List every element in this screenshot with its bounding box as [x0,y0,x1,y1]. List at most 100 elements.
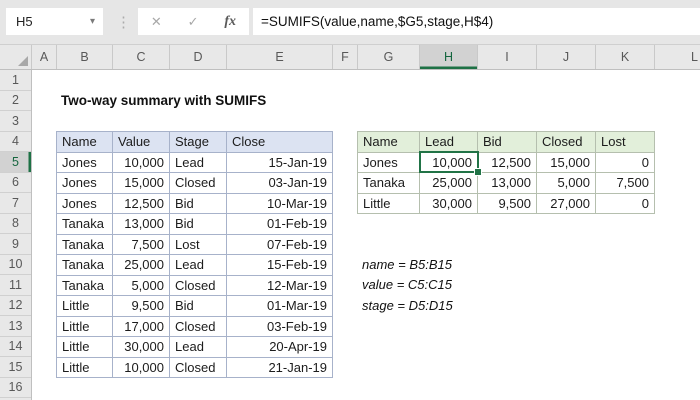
cell-bid[interactable]: 9,500 [478,193,537,214]
cell-close-date[interactable]: 03-Feb-19 [227,316,333,337]
cell-close-date[interactable]: 03-Jan-19 [227,173,333,194]
cell-lead[interactable]: 30,000 [420,193,478,214]
cell-closed[interactable]: 15,000 [537,152,596,173]
column-header[interactable]: E [227,45,333,69]
cell-name[interactable]: Tanaka [57,234,113,255]
cell-value[interactable]: 25,000 [113,255,170,276]
cell-name[interactable]: Little [358,193,420,214]
cell-stage[interactable]: Closed [170,173,227,194]
cell-value[interactable]: 5,000 [113,275,170,296]
cell-stage[interactable]: Lead [170,152,227,173]
column-header[interactable]: H [420,45,478,69]
cancel-icon[interactable]: ✕ [151,14,162,30]
summary-table-header-cell[interactable]: Closed [537,132,596,153]
summary-table-header-cell[interactable]: Name [358,132,420,153]
row-header[interactable]: 10 [0,255,31,275]
cell-value[interactable]: 10,000 [113,357,170,378]
cell-close-date[interactable]: 01-Feb-19 [227,214,333,235]
cell-value[interactable]: 17,000 [113,316,170,337]
cell-lead[interactable]: 25,000 [420,173,478,194]
column-header[interactable]: K [596,45,655,69]
cell-name[interactable]: Jones [358,152,420,173]
summary-table-header-cell[interactable]: Lead [420,132,478,153]
cell-name[interactable]: Little [57,357,113,378]
cell-stage[interactable]: Lost [170,234,227,255]
source-table-header-cell[interactable]: Value [113,132,170,153]
column-header[interactable]: A [32,45,57,69]
column-header[interactable]: L [655,45,700,69]
row-header[interactable]: 15 [0,357,31,378]
cell-name[interactable]: Jones [57,152,113,173]
cell-value[interactable]: 7,500 [113,234,170,255]
cell-name[interactable]: Little [57,296,113,317]
cell-name[interactable]: Jones [57,173,113,194]
summary-table-header-cell[interactable]: Lost [596,132,655,153]
fill-handle[interactable] [475,169,481,175]
row-header[interactable]: 16 [0,378,31,398]
row-header[interactable]: 5 [0,152,31,173]
enter-icon[interactable]: ✓ [188,14,199,30]
cell-stage[interactable]: Closed [170,316,227,337]
cell-name[interactable]: Tanaka [57,214,113,235]
column-header[interactable]: B [57,45,113,69]
cell-bid[interactable]: 13,000 [478,173,537,194]
cell-closed[interactable]: 27,000 [537,193,596,214]
column-header[interactable]: G [358,45,420,69]
row-header[interactable]: 12 [0,296,31,316]
name-box[interactable]: H5 ▾ [6,8,103,35]
cell-name[interactable]: Little [57,316,113,337]
cell-stage[interactable]: Bid [170,193,227,214]
column-header[interactable]: F [333,45,358,69]
cell-close-date[interactable]: 21-Jan-19 [227,357,333,378]
chevron-down-icon[interactable]: ▾ [90,16,103,27]
cell-stage[interactable]: Closed [170,275,227,296]
row-header[interactable]: 7 [0,193,31,214]
cell-name[interactable]: Tanaka [358,173,420,194]
source-table-header-cell[interactable]: Close [227,132,333,153]
column-header[interactable]: D [170,45,227,69]
row-header[interactable]: 4 [0,132,31,152]
row-header[interactable]: 9 [0,234,31,255]
cell-name[interactable]: Tanaka [57,255,113,276]
source-table-header-cell[interactable]: Stage [170,132,227,153]
select-all-corner[interactable] [0,45,32,69]
cell-value[interactable]: 30,000 [113,337,170,358]
row-header[interactable]: 6 [0,173,31,193]
cell-close-date[interactable]: 15-Feb-19 [227,255,333,276]
column-header[interactable]: J [537,45,596,69]
row-header[interactable]: 13 [0,316,31,337]
row-header[interactable]: 1 [0,70,31,91]
cell-close-date[interactable]: 10-Mar-19 [227,193,333,214]
cell-bid[interactable]: 12,500 [478,152,537,173]
cell-lost[interactable]: 0 [596,193,655,214]
cell-value[interactable]: 10,000 [113,152,170,173]
cell-close-date[interactable]: 20-Apr-19 [227,337,333,358]
cell-stage[interactable]: Lead [170,255,227,276]
source-table-header-cell[interactable]: Name [57,132,113,153]
cell-close-date[interactable]: 07-Feb-19 [227,234,333,255]
row-header[interactable]: 3 [0,111,31,132]
row-header[interactable]: 11 [0,275,31,296]
cell-closed[interactable]: 5,000 [537,173,596,194]
row-header[interactable]: 14 [0,337,31,357]
cell-value[interactable]: 9,500 [113,296,170,317]
cell-stage[interactable]: Closed [170,357,227,378]
row-header[interactable]: 8 [0,214,31,234]
cell-lost[interactable]: 0 [596,152,655,173]
cell-close-date[interactable]: 12-Mar-19 [227,275,333,296]
cell-stage[interactable]: Bid [170,296,227,317]
cell-close-date[interactable]: 15-Jan-19 [227,152,333,173]
cell-name[interactable]: Tanaka [57,275,113,296]
cell-value[interactable]: 15,000 [113,173,170,194]
cell-lost[interactable]: 7,500 [596,173,655,194]
cell-stage[interactable]: Bid [170,214,227,235]
active-cell-selection[interactable] [419,151,481,175]
row-header[interactable]: 2 [0,91,31,111]
cell-value[interactable]: 13,000 [113,214,170,235]
cell-close-date[interactable]: 01-Mar-19 [227,296,333,317]
cell-name[interactable]: Little [57,337,113,358]
cell-name[interactable]: Jones [57,193,113,214]
cell-stage[interactable]: Lead [170,337,227,358]
summary-table-header-cell[interactable]: Bid [478,132,537,153]
insert-function-icon[interactable]: fx [224,14,236,30]
